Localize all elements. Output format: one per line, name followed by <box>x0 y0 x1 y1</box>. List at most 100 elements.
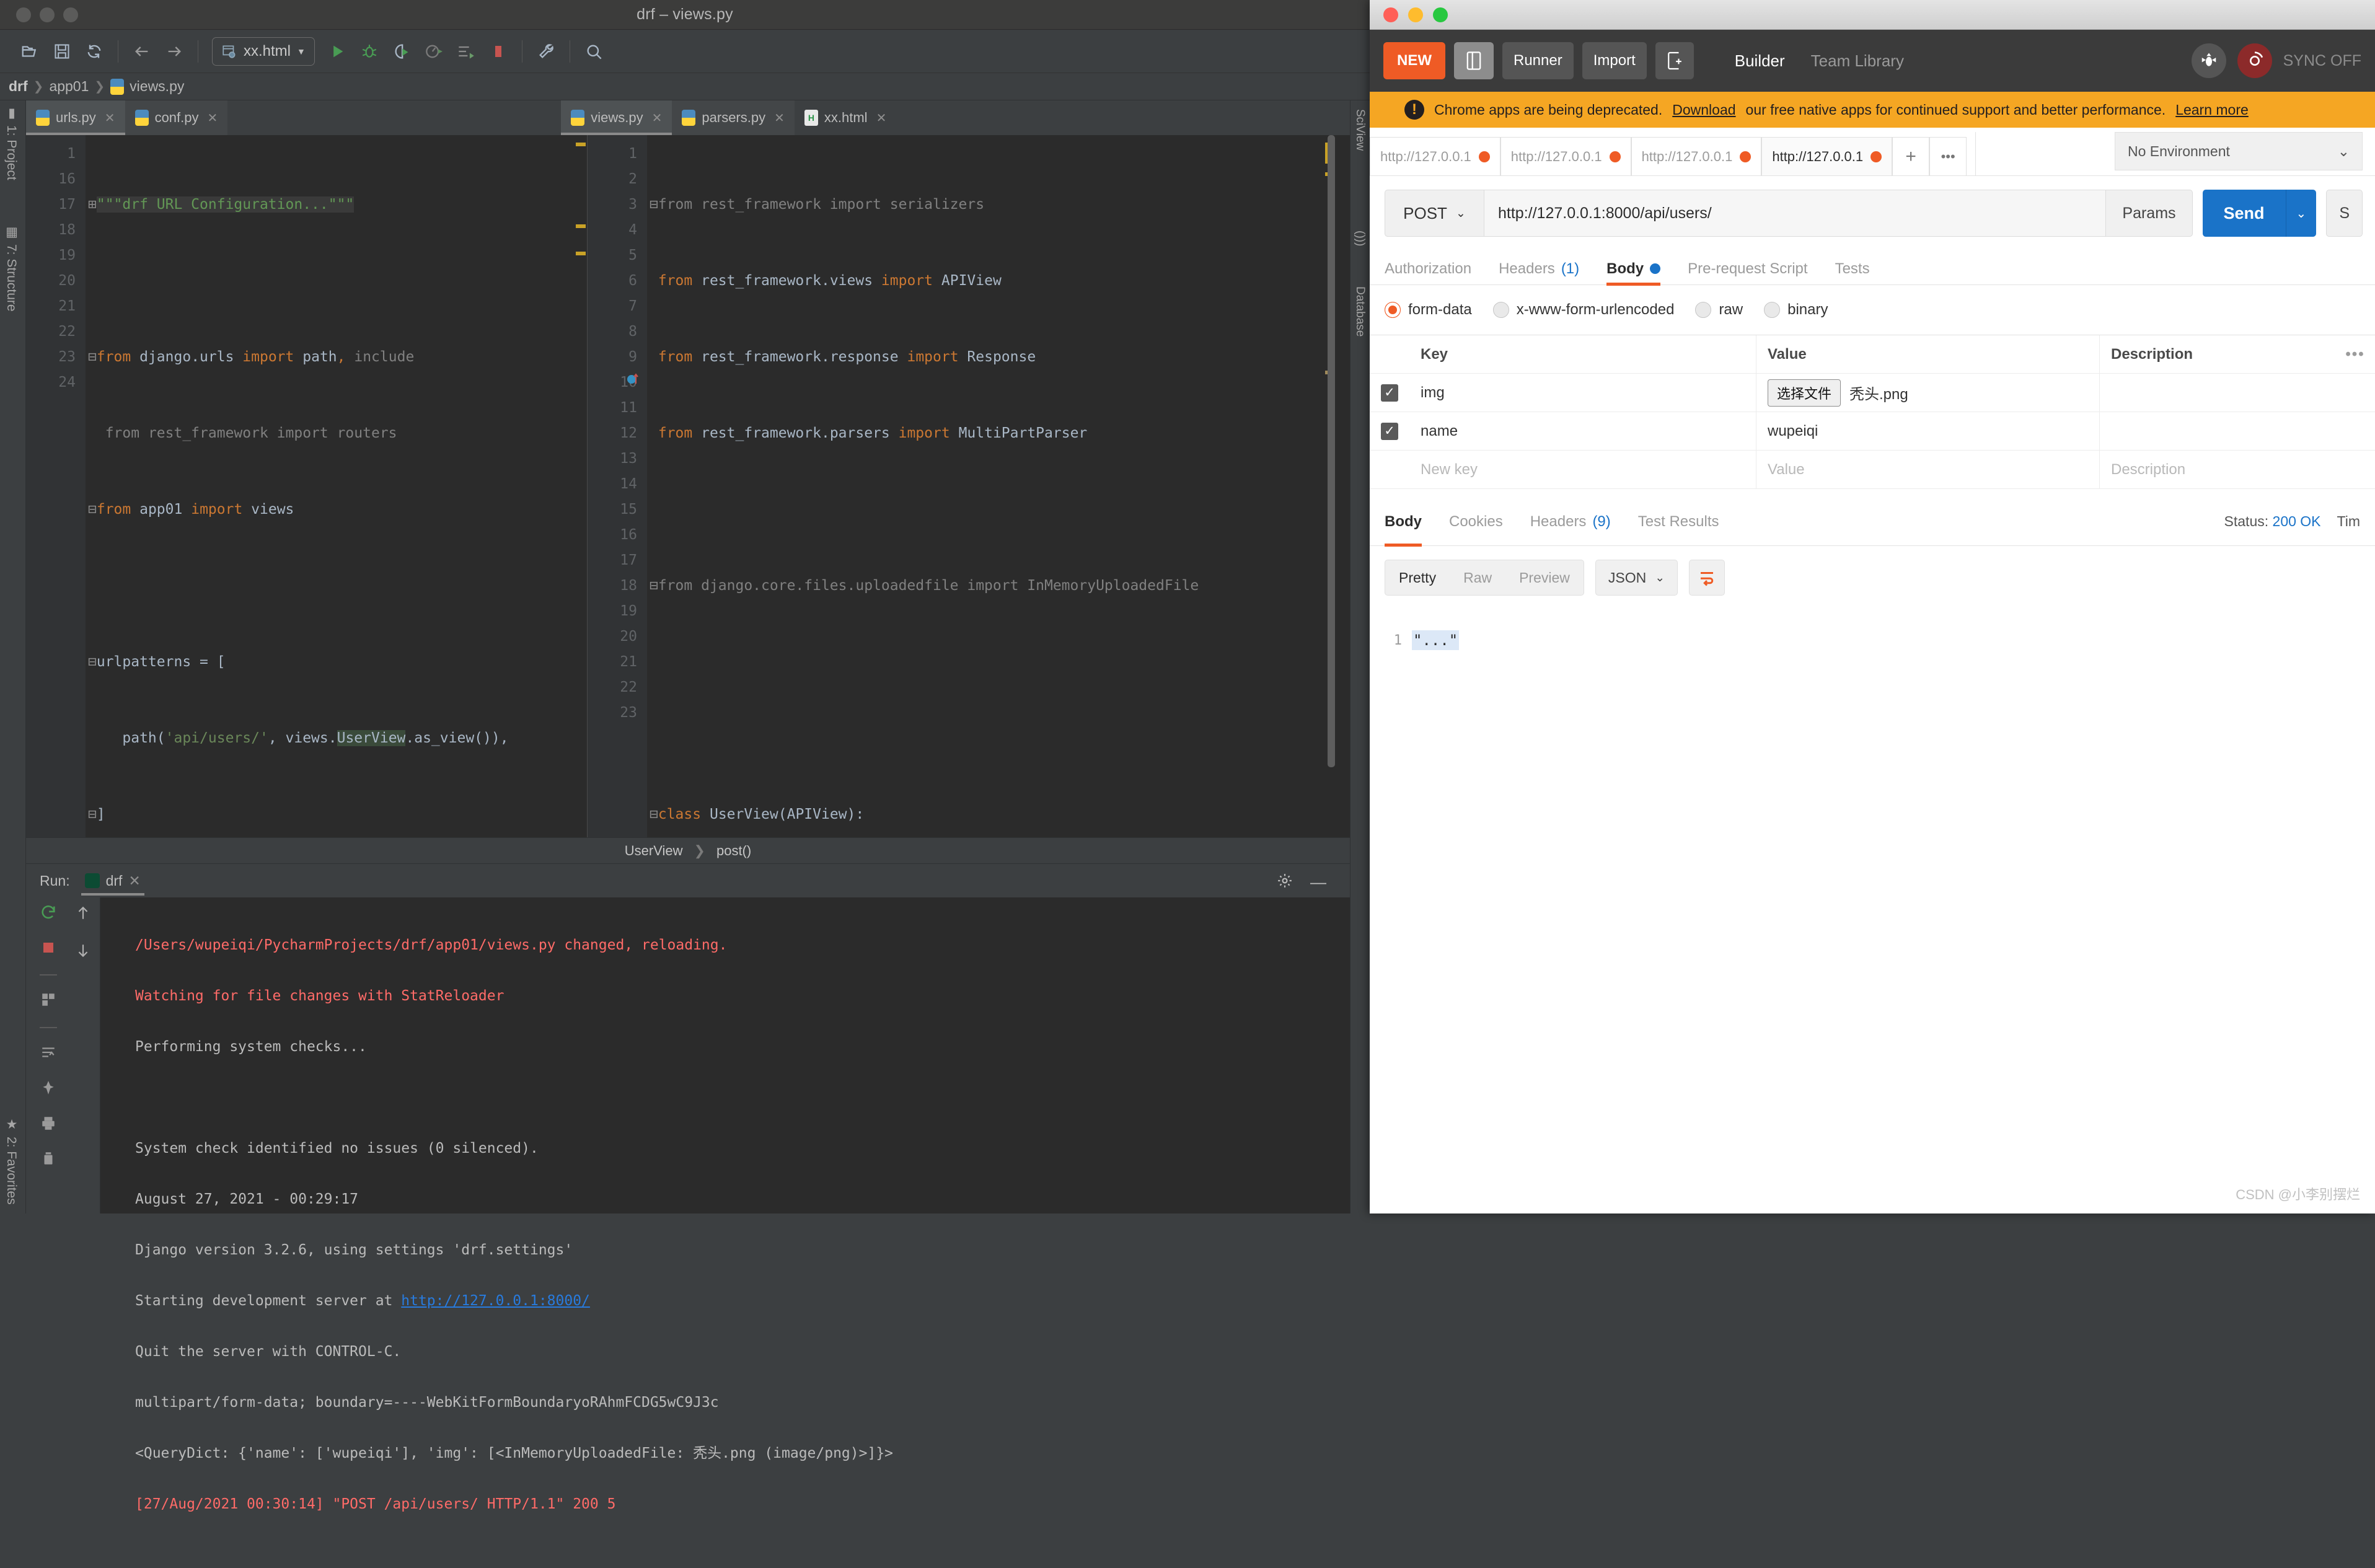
breadcrumb-class[interactable]: UserView <box>625 843 683 859</box>
stop-icon[interactable] <box>41 940 56 958</box>
breadcrumb-item-app[interactable]: app01 <box>49 78 89 95</box>
radio-form-data[interactable]: form-data <box>1385 301 1472 319</box>
send-button[interactable]: Send <box>2203 190 2286 237</box>
editor-pane-urls[interactable]: 1161718192021222324 ⊞"""drf URL Configur… <box>26 135 588 837</box>
row-value-file[interactable]: 选择文件 秃头.png <box>1756 374 2100 412</box>
new-button[interactable]: NEW <box>1383 42 1445 79</box>
trash-icon[interactable] <box>40 1150 56 1169</box>
run-icon[interactable] <box>321 35 353 68</box>
editor-pane-views[interactable]: 123456789 1011121314151617 181920212223 … <box>588 135 1350 837</box>
table-row[interactable]: ✓ img 选择文件 秃头.png <box>1370 374 2375 412</box>
sidebar-item-database[interactable]: Database <box>1353 286 1367 337</box>
radio-icon[interactable] <box>1493 302 1509 318</box>
tab-response-headers[interactable]: Headers (9) <box>1530 498 1611 546</box>
row-key[interactable]: img <box>1409 374 1756 412</box>
debug-icon[interactable] <box>353 35 386 68</box>
sidebar-item-project[interactable]: ▮ 1: Project <box>4 105 19 180</box>
panel-toggle-icon[interactable] <box>1454 42 1494 79</box>
radio-icon[interactable] <box>1764 302 1780 318</box>
stop-icon[interactable] <box>482 35 514 68</box>
response-body-viewer[interactable]: 1 "..." <box>1370 626 2375 1213</box>
checkbox-icon[interactable]: ✓ <box>1381 423 1398 440</box>
row-value[interactable]: wupeiqi <box>1756 412 2100 450</box>
save-button[interactable]: S <box>2326 190 2363 237</box>
soft-wrap-icon[interactable] <box>40 1044 56 1064</box>
layout-icon[interactable] <box>40 992 56 1011</box>
console-output[interactable]: /Users/wupeiqi/PycharmProjects/drf/app01… <box>100 897 1350 1213</box>
url-input[interactable]: http://127.0.0.1:8000/api/users/ <box>1484 190 2106 237</box>
editor-scrollbar-left[interactable] <box>573 135 587 837</box>
add-tab-button[interactable]: + <box>1892 137 1929 175</box>
choose-file-button[interactable]: 选择文件 <box>1768 379 1841 407</box>
checkbox-icon[interactable]: ✓ <box>1381 384 1398 402</box>
run-configuration-selector[interactable]: xx.html ▼ <box>212 37 315 66</box>
table-row[interactable]: ✓ name wupeiqi <box>1370 412 2375 451</box>
search-icon[interactable] <box>578 35 610 68</box>
row-checkbox[interactable]: ✓ <box>1370 423 1409 440</box>
tab-xx-html[interactable]: H xx.html ✕ <box>795 100 896 135</box>
radio-urlencoded[interactable]: x-www-form-urlencoded <box>1493 301 1675 319</box>
tab-response-cookies[interactable]: Cookies <box>1449 498 1503 546</box>
row-description[interactable] <box>2100 412 2335 450</box>
run-with-console-icon[interactable] <box>450 35 482 68</box>
open-folder-icon[interactable] <box>14 35 46 68</box>
minimize-icon[interactable]: — <box>1310 873 1326 892</box>
back-arrow-icon[interactable] <box>126 35 158 68</box>
nav-builder[interactable]: Builder <box>1735 51 1785 71</box>
minimize-button[interactable] <box>1408 7 1423 22</box>
banner-download-link[interactable]: Download <box>1672 102 1735 118</box>
runner-button[interactable]: Runner <box>1502 42 1574 79</box>
radio-icon[interactable] <box>1695 302 1711 318</box>
mode-preview[interactable]: Preview <box>1505 560 1584 595</box>
editor-scrollbar-right[interactable] <box>1323 135 1336 837</box>
response-language-select[interactable]: JSON ⌄ <box>1595 560 1678 596</box>
breadcrumb-item-file[interactable]: views.py <box>130 78 184 95</box>
sync-icon[interactable] <box>2237 43 2272 78</box>
wrench-icon[interactable] <box>530 35 562 68</box>
sync-icon[interactable] <box>78 35 110 68</box>
http-method-select[interactable]: POST ⌄ <box>1385 190 1484 237</box>
close-icon[interactable]: ✕ <box>876 110 887 126</box>
code-content-urls[interactable]: ⊞"""drf URL Configuration...""" ⊟from dj… <box>88 141 587 837</box>
import-button[interactable]: Import <box>1582 42 1647 79</box>
tab-parsers-py[interactable]: parsers.py ✕ <box>672 100 794 135</box>
row-description[interactable] <box>2100 374 2335 412</box>
row-key[interactable]: name <box>1409 412 1756 450</box>
send-options-caret-icon[interactable]: ⌄ <box>2286 190 2317 237</box>
tab-urls-py[interactable]: urls.py ✕ <box>26 100 125 135</box>
tab-conf-py[interactable]: conf.py ✕ <box>125 100 228 135</box>
tab-response-body[interactable]: Body <box>1385 498 1422 546</box>
close-icon[interactable]: ✕ <box>105 110 115 126</box>
mode-raw[interactable]: Raw <box>1450 560 1505 595</box>
mode-pretty[interactable]: Pretty <box>1385 560 1450 595</box>
new-description-input[interactable]: Description <box>2100 451 2335 488</box>
tab-body[interactable]: Body <box>1606 253 1660 285</box>
print-icon[interactable] <box>40 1115 56 1134</box>
radio-raw[interactable]: raw <box>1695 301 1743 319</box>
url-tab-2[interactable]: http://127.0.0.1 <box>1500 137 1631 175</box>
bug-icon[interactable] <box>2192 43 2226 78</box>
run-tab-drf[interactable]: drf ✕ <box>79 873 147 889</box>
new-key-input[interactable]: New key <box>1409 451 1756 488</box>
row-checkbox[interactable]: ✓ <box>1370 384 1409 402</box>
tab-pre-request-script[interactable]: Pre-request Script <box>1688 253 1807 285</box>
maximize-button[interactable] <box>1433 7 1448 22</box>
pin-icon[interactable] <box>40 1080 56 1099</box>
tab-headers[interactable]: Headers (1) <box>1499 253 1579 285</box>
close-icon[interactable]: ✕ <box>208 110 218 126</box>
nav-team-library[interactable]: Team Library <box>1811 51 1904 71</box>
gear-icon[interactable] <box>1277 873 1293 892</box>
bulk-edit-button[interactable]: ••• <box>2335 346 2375 363</box>
url-tab-4[interactable]: http://127.0.0.1 <box>1761 137 1892 175</box>
params-button[interactable]: Params <box>2106 190 2192 237</box>
new-value-input[interactable]: Value <box>1756 451 2100 488</box>
banner-learn-more-link[interactable]: Learn more <box>2175 102 2249 118</box>
breadcrumb-item-project[interactable]: drf <box>9 78 28 95</box>
sidebar-item-notifications[interactable]: ())) <box>1353 231 1367 246</box>
chevron-down-icon[interactable]: ▼ <box>297 46 306 56</box>
save-icon[interactable] <box>46 35 78 68</box>
scroll-down-icon[interactable] <box>75 941 91 963</box>
close-icon[interactable]: ✕ <box>774 110 785 126</box>
close-button[interactable] <box>1383 7 1398 22</box>
close-icon[interactable]: ✕ <box>652 110 663 126</box>
